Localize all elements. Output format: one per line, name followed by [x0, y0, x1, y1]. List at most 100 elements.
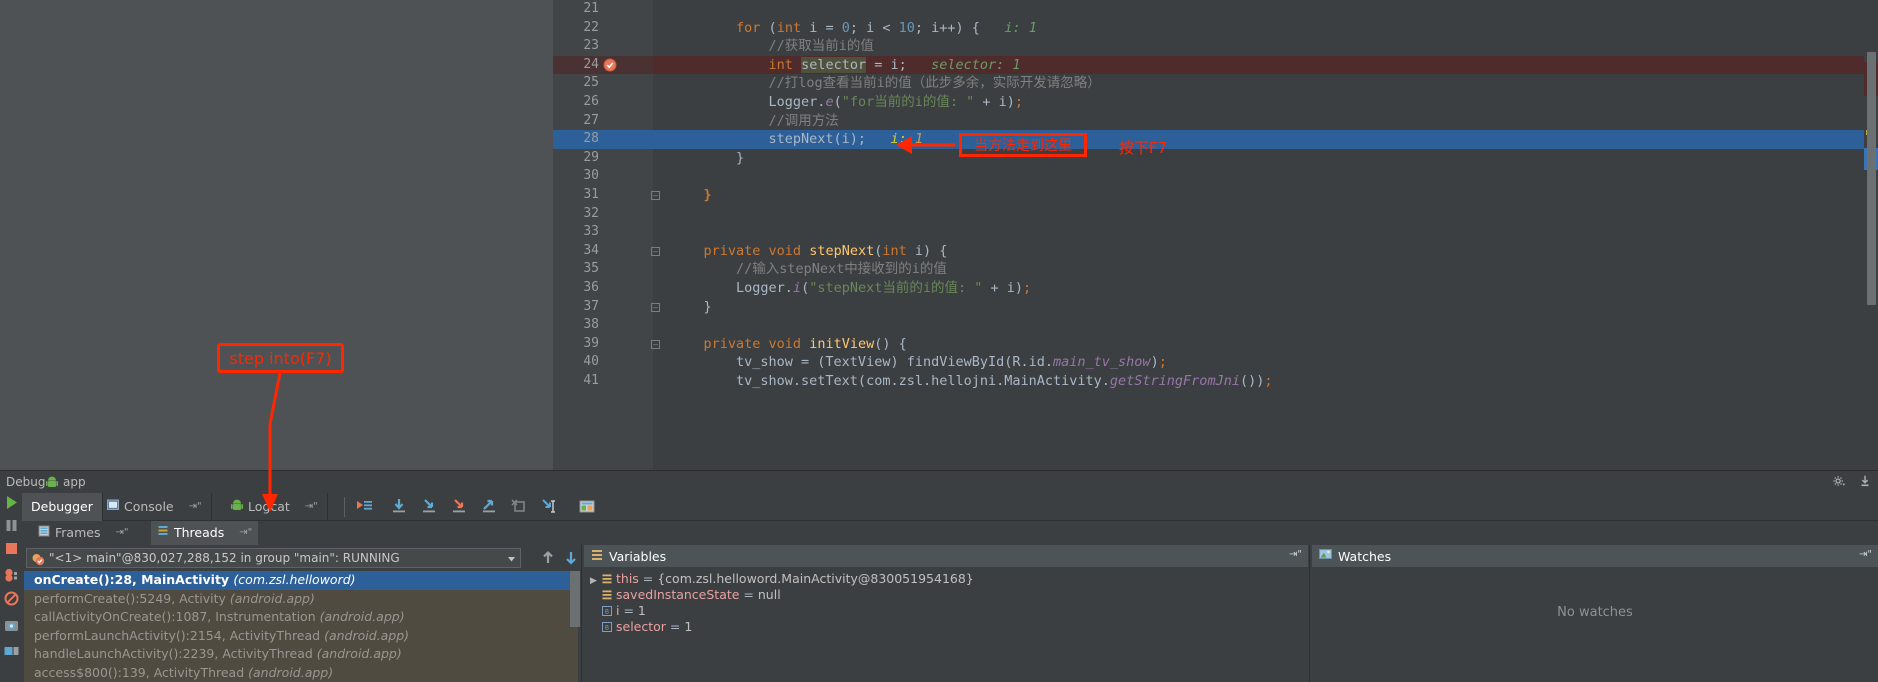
pin-icon-variables[interactable]: ⇥"	[1289, 549, 1302, 560]
line-number: 26	[583, 93, 599, 109]
frame-row[interactable]: performCreate():5249, Activity (android.…	[24, 590, 578, 609]
code-line[interactable]: 26 Logger.e("for当前的i的值: " + i);	[553, 93, 1878, 112]
debug-config-name: app	[63, 475, 86, 489]
debug-side-toolbar[interactable]	[0, 493, 22, 682]
frames-list[interactable]: onCreate():28, MainActivity (com.zsl.hel…	[24, 571, 578, 682]
view-breakpoints-icon[interactable]	[3, 567, 20, 584]
variables-list[interactable]: ▶ this = {com.zsl.helloword.MainActivity@…	[584, 571, 1308, 682]
thread-selector-combo[interactable]: "<1> main"@830,027,288,152 in group "mai…	[26, 548, 521, 568]
code-fold-toggle[interactable]: –	[651, 190, 660, 200]
settings-camera-icon[interactable]	[3, 617, 20, 634]
show-execution-point-icon[interactable]	[354, 497, 374, 517]
editor-vertical-scrollbar[interactable]	[1867, 52, 1876, 305]
subtab-frames[interactable]: Frames ⇥"	[32, 521, 134, 545]
frames-variables-divider[interactable]	[581, 545, 582, 682]
code-line[interactable]: 24 int selector = i; selector: 1	[553, 55, 1878, 75]
variables-panel: Variables ⇥" ▶ this = {com.zsl.helloword.…	[584, 545, 1308, 682]
mute-breakpoints-icon[interactable]	[3, 590, 20, 607]
frames-vertical-scrollbar[interactable]	[570, 571, 580, 627]
pin-icon-frames[interactable]: ⇥"	[115, 521, 128, 545]
pin-icon-threads[interactable]: ⇥"	[239, 521, 252, 545]
step-into-icon[interactable]	[419, 497, 439, 517]
frame-row[interactable]: onCreate():28, MainActivity (com.zsl.hel…	[24, 571, 578, 590]
frame-method: performLaunchActivity():2154, ActivityTh…	[34, 627, 325, 643]
code-line[interactable]: 36 Logger.i("stepNext当前的i的值: " + i);	[553, 279, 1878, 298]
frame-method: handleLaunchActivity():2239, ActivityThr…	[34, 646, 317, 661]
evaluate-expression-icon[interactable]	[577, 497, 597, 517]
step-over-icon[interactable]	[389, 497, 409, 517]
code-line[interactable]: 37 – }	[553, 298, 1878, 317]
code-line[interactable]: 33	[553, 223, 1878, 242]
android-icon	[46, 476, 58, 491]
frame-row[interactable]: callActivityOnCreate():1087, Instrumenta…	[24, 608, 578, 627]
editor-marker-strip[interactable]	[1864, 0, 1878, 470]
code-line[interactable]: 29 }	[553, 149, 1878, 168]
hide-icon[interactable]	[1858, 474, 1872, 491]
tab-debugger[interactable]: Debugger	[22, 493, 103, 521]
tab-console[interactable]: Console ⇥"	[98, 493, 212, 521]
pin-icon-console[interactable]: ⇥"	[189, 493, 202, 521]
run-to-cursor-icon[interactable]	[539, 497, 559, 517]
resume-program-icon[interactable]	[3, 494, 20, 511]
tab-logcat-label: Logcat	[248, 499, 290, 514]
line-number: 23	[583, 38, 599, 54]
thread-status-icon	[31, 552, 45, 569]
object-icon	[602, 572, 616, 588]
tab-logcat[interactable]: Logcat ⇥"	[222, 493, 328, 521]
code-line[interactable]: 28 stepNext(i); i: 1	[553, 130, 1878, 149]
code-line[interactable]: 40 tv_show = (TextView) findViewById(R.i…	[553, 353, 1878, 372]
line-number: 36	[583, 279, 599, 295]
variable-row[interactable]: savedInstanceState = null	[584, 587, 1308, 603]
frame-up-button[interactable]	[540, 550, 556, 566]
code-fold-toggle[interactable]: –	[651, 339, 660, 349]
variable-row[interactable]: Bselector = 1	[584, 619, 1308, 635]
gear-icon[interactable]	[1832, 474, 1846, 491]
code-editor[interactable]: 21 22 for (int i = 0; i < 10; i++) { i: 1…	[553, 0, 1878, 470]
svg-text:B: B	[605, 608, 609, 615]
chevron-down-icon[interactable]	[505, 552, 518, 565]
breakpoint-icon[interactable]	[603, 58, 617, 72]
frame-row[interactable]: access$800():139, ActivityThread (androi…	[24, 664, 578, 682]
debug-tabs-row[interactable]: Debugger Console ⇥" Logcat ⇥"	[22, 493, 1878, 521]
step-out-icon[interactable]	[479, 497, 499, 517]
frame-row[interactable]: performLaunchActivity():2154, ActivityTh…	[24, 627, 578, 646]
frames-icon	[38, 521, 50, 545]
subtab-threads[interactable]: Threads ⇥"	[151, 521, 259, 545]
drop-frame-icon[interactable]	[509, 497, 529, 517]
code-line[interactable]: 21	[553, 0, 1878, 19]
code-line[interactable]: 38	[553, 316, 1878, 335]
code-fold-toggle[interactable]: –	[651, 246, 660, 256]
restore-layout-icon[interactable]	[3, 643, 20, 660]
pin-icon-logcat[interactable]: ⇥"	[305, 493, 318, 521]
frame-down-button[interactable]	[563, 550, 579, 566]
code-line[interactable]: 27 //调用方法	[553, 112, 1878, 131]
pause-program-icon[interactable]	[3, 517, 20, 534]
variable-row[interactable]: ▶ this = {com.zsl.helloword.MainActivity@…	[584, 571, 1308, 587]
force-step-into-icon[interactable]	[449, 497, 469, 517]
frame-row[interactable]: handleLaunchActivity():2239, ActivityThr…	[24, 645, 578, 664]
variables-panel-title: Variables	[609, 548, 667, 564]
code-line-text: int selector = i; selector: 1	[768, 56, 1021, 73]
code-line[interactable]: 32	[553, 205, 1878, 224]
debug-subtabs-row[interactable]: Frames ⇥" Threads ⇥"	[22, 521, 1878, 545]
code-line[interactable]: 31 – }	[553, 186, 1878, 205]
code-fold-toggle[interactable]: –	[651, 302, 660, 312]
code-line[interactable]: 30	[553, 167, 1878, 186]
variables-watches-divider[interactable]	[1309, 545, 1310, 682]
code-line-text: private void stepNext(int i) {	[703, 242, 948, 259]
code-line[interactable]: 25 //打log查看当前i的值（此步多余，实际开发请忽略）	[553, 74, 1878, 93]
line-number: 40	[583, 354, 599, 370]
line-number: 25	[583, 75, 599, 91]
code-line[interactable]: 41 tv_show.setText(com.zsl.hellojni.Main…	[553, 372, 1878, 391]
code-line[interactable]: 22 for (int i = 0; i < 10; i++) { i: 1	[553, 19, 1878, 38]
code-line[interactable]: 39 – private void initView() {	[553, 335, 1878, 354]
stop-icon[interactable]	[3, 540, 20, 557]
code-line[interactable]: 23 //获取当前i的值	[553, 37, 1878, 56]
variable-row[interactable]: Bi = 1	[584, 603, 1308, 619]
code-line[interactable]: 35 //输入stepNext中接收到的i的值	[553, 260, 1878, 279]
variable-value: {com.zsl.helloword.MainActivity@83005195…	[657, 571, 974, 586]
code-lines-container: 21 22 for (int i = 0; i < 10; i++) { i: 1…	[553, 0, 1878, 390]
code-line[interactable]: 34 – private void stepNext(int i) {	[553, 242, 1878, 261]
line-number: 39	[583, 335, 599, 351]
pin-icon-watches[interactable]: ⇥"	[1859, 549, 1872, 560]
